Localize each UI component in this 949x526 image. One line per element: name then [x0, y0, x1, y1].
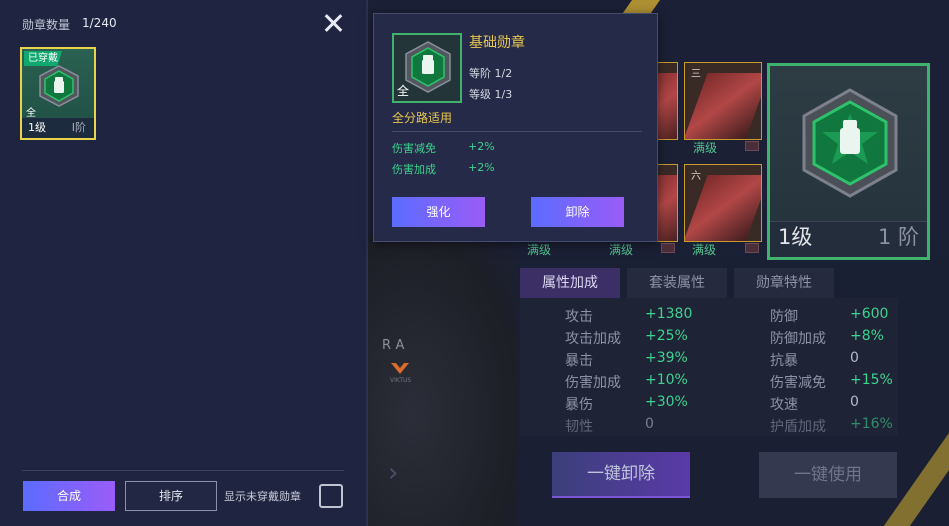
attribute-name: 暴伤 [565, 397, 593, 413]
route-applicability: 全分路适用 [392, 111, 453, 125]
medal-grid-cell[interactable]: 三 [684, 62, 762, 140]
medal-stat: 伤害加成 +2% [392, 161, 495, 177]
enhance-button[interactable]: 强化 [392, 197, 485, 227]
attribute-row: 攻速 0 [770, 394, 859, 414]
attribute-name: 防御 [770, 309, 798, 325]
stat-name: 伤害减免 [392, 142, 436, 155]
medal-grid-cell[interactable]: 六 [684, 164, 762, 242]
fist-medal-icon [39, 65, 79, 107]
attribute-name: 暴击 [565, 353, 593, 369]
medal-level: 1级 [28, 121, 46, 134]
attribute-name: 韧性 [565, 419, 593, 435]
team-logo-icon [391, 363, 409, 374]
attribute-table: 攻击 +1380 攻击加成 +25% 暴击 +39% 伤害加成 +10% 暴伤 … [520, 298, 898, 436]
medal-stat: 伤害减免 +2% [392, 140, 495, 156]
preview-level: 1级 [778, 225, 813, 249]
lock-icon [745, 243, 759, 253]
show-unworn-label: 显示未穿戴勋章 [224, 490, 301, 503]
medal-detail-popup: 全 基础勋章 等阶 1/2 等级 1/3 全分路适用 伤害减免 +2% 伤害加成… [373, 13, 658, 242]
attribute-value: +30% [645, 394, 688, 410]
show-unworn-checkbox[interactable] [319, 484, 343, 508]
divider [22, 470, 344, 471]
attribute-name: 攻击 [565, 309, 593, 325]
attribute-row: 暴伤 +30% [565, 394, 688, 414]
compose-button[interactable]: 合成 [23, 481, 115, 511]
stat-value: +2% [468, 140, 495, 153]
medal-level-info: 等级 1/3 [469, 88, 513, 101]
close-icon[interactable] [322, 12, 344, 34]
attribute-row: 韧性 0 [565, 416, 654, 436]
selected-medal-preview: 1级 1 阶 [767, 63, 930, 260]
attribute-value: +10% [645, 372, 688, 388]
attribute-name: 抗暴 [770, 353, 798, 369]
grid-cell-label: 满级 [693, 141, 718, 155]
attribute-value: +25% [645, 328, 688, 344]
slot-number: 三 [691, 69, 701, 80]
team-logo-text: VIKTUS [390, 377, 412, 384]
attribute-name: 护盾加成 [770, 419, 826, 435]
route-tag: 全 [397, 84, 410, 98]
preview-footer: 1级 1 阶 [770, 221, 927, 257]
attribute-value: 0 [850, 394, 859, 410]
attribute-row: 抗暴 0 [770, 350, 859, 370]
attribute-row: 暴击 +39% [565, 350, 688, 370]
tab-medal-traits[interactable]: 勋章特性 [734, 268, 834, 298]
lock-icon [661, 243, 675, 253]
grid-cell-label: 满级 [609, 243, 634, 257]
attribute-name: 防御加成 [770, 331, 826, 347]
attribute-row: 攻击 +1380 [565, 306, 692, 326]
route-tag: 全 [26, 108, 36, 119]
attribute-value: 0 [645, 416, 654, 432]
attribute-name: 攻速 [770, 397, 798, 413]
attribute-value: +15% [850, 372, 893, 388]
tab-set-attributes[interactable]: 套装属性 [627, 268, 727, 298]
attribute-row: 伤害减免 +15% [770, 372, 893, 392]
attribute-value: +600 [850, 306, 889, 322]
tab-attribute-bonus[interactable]: 属性加成 [520, 268, 620, 298]
stat-name: 伤害加成 [392, 163, 436, 176]
medal-tier-info: 等阶 1/2 [469, 67, 513, 80]
attribute-value: 0 [850, 350, 859, 366]
medal-art [685, 175, 761, 241]
attribute-value: +1380 [645, 306, 693, 322]
worn-badge: 已穿戴 [24, 51, 62, 66]
medal-count-label: 勋章数量 [22, 18, 71, 32]
attribute-value: +8% [850, 328, 884, 344]
grid-cell-label: 满级 [692, 243, 717, 257]
divider [392, 131, 642, 132]
attribute-row: 防御 +600 [770, 306, 888, 326]
attribute-row: 攻击加成 +25% [565, 328, 688, 348]
chevron-right-icon[interactable]: › [388, 458, 398, 488]
stat-value: +2% [468, 161, 495, 174]
slot-number: 六 [691, 171, 701, 182]
attribute-name: 伤害减免 [770, 375, 826, 391]
grid-cell-label: 满级 [527, 243, 552, 257]
attribute-value: +16% [850, 416, 893, 432]
medal-art [685, 73, 761, 139]
preview-tier: 1 阶 [877, 225, 919, 249]
attribute-name: 攻击加成 [565, 331, 621, 347]
medal-count-value: 1/240 [82, 16, 117, 30]
medal-tier: I阶 [71, 121, 86, 134]
attribute-row: 伤害加成 +10% [565, 372, 688, 392]
attribute-name: 伤害加成 [565, 375, 621, 391]
sort-button[interactable]: 排序 [125, 481, 217, 511]
lock-icon [745, 141, 759, 151]
unequip-button[interactable]: 卸除 [531, 197, 624, 227]
attribute-row: 防御加成 +8% [770, 328, 884, 348]
use-all-button[interactable]: 一键使用 [759, 452, 897, 498]
attribute-row: 护盾加成 +16% [770, 416, 893, 436]
medal-card[interactable]: 已穿戴 全 1级 I阶 [20, 47, 96, 140]
fist-medal-icon [405, 41, 451, 93]
fist-medal-icon [802, 88, 898, 198]
unequip-all-button[interactable]: 一键卸除 [552, 452, 690, 498]
popup-medal-icon-frame: 全 [392, 33, 462, 103]
attribute-value: +39% [645, 350, 688, 366]
medal-inventory-panel: 勋章数量 1/240 已穿戴 全 1级 I阶 合成 排序 显示未穿戴勋章 [0, 0, 368, 526]
jersey-text: RA [382, 338, 410, 353]
medal-name: 基础勋章 [469, 35, 525, 51]
